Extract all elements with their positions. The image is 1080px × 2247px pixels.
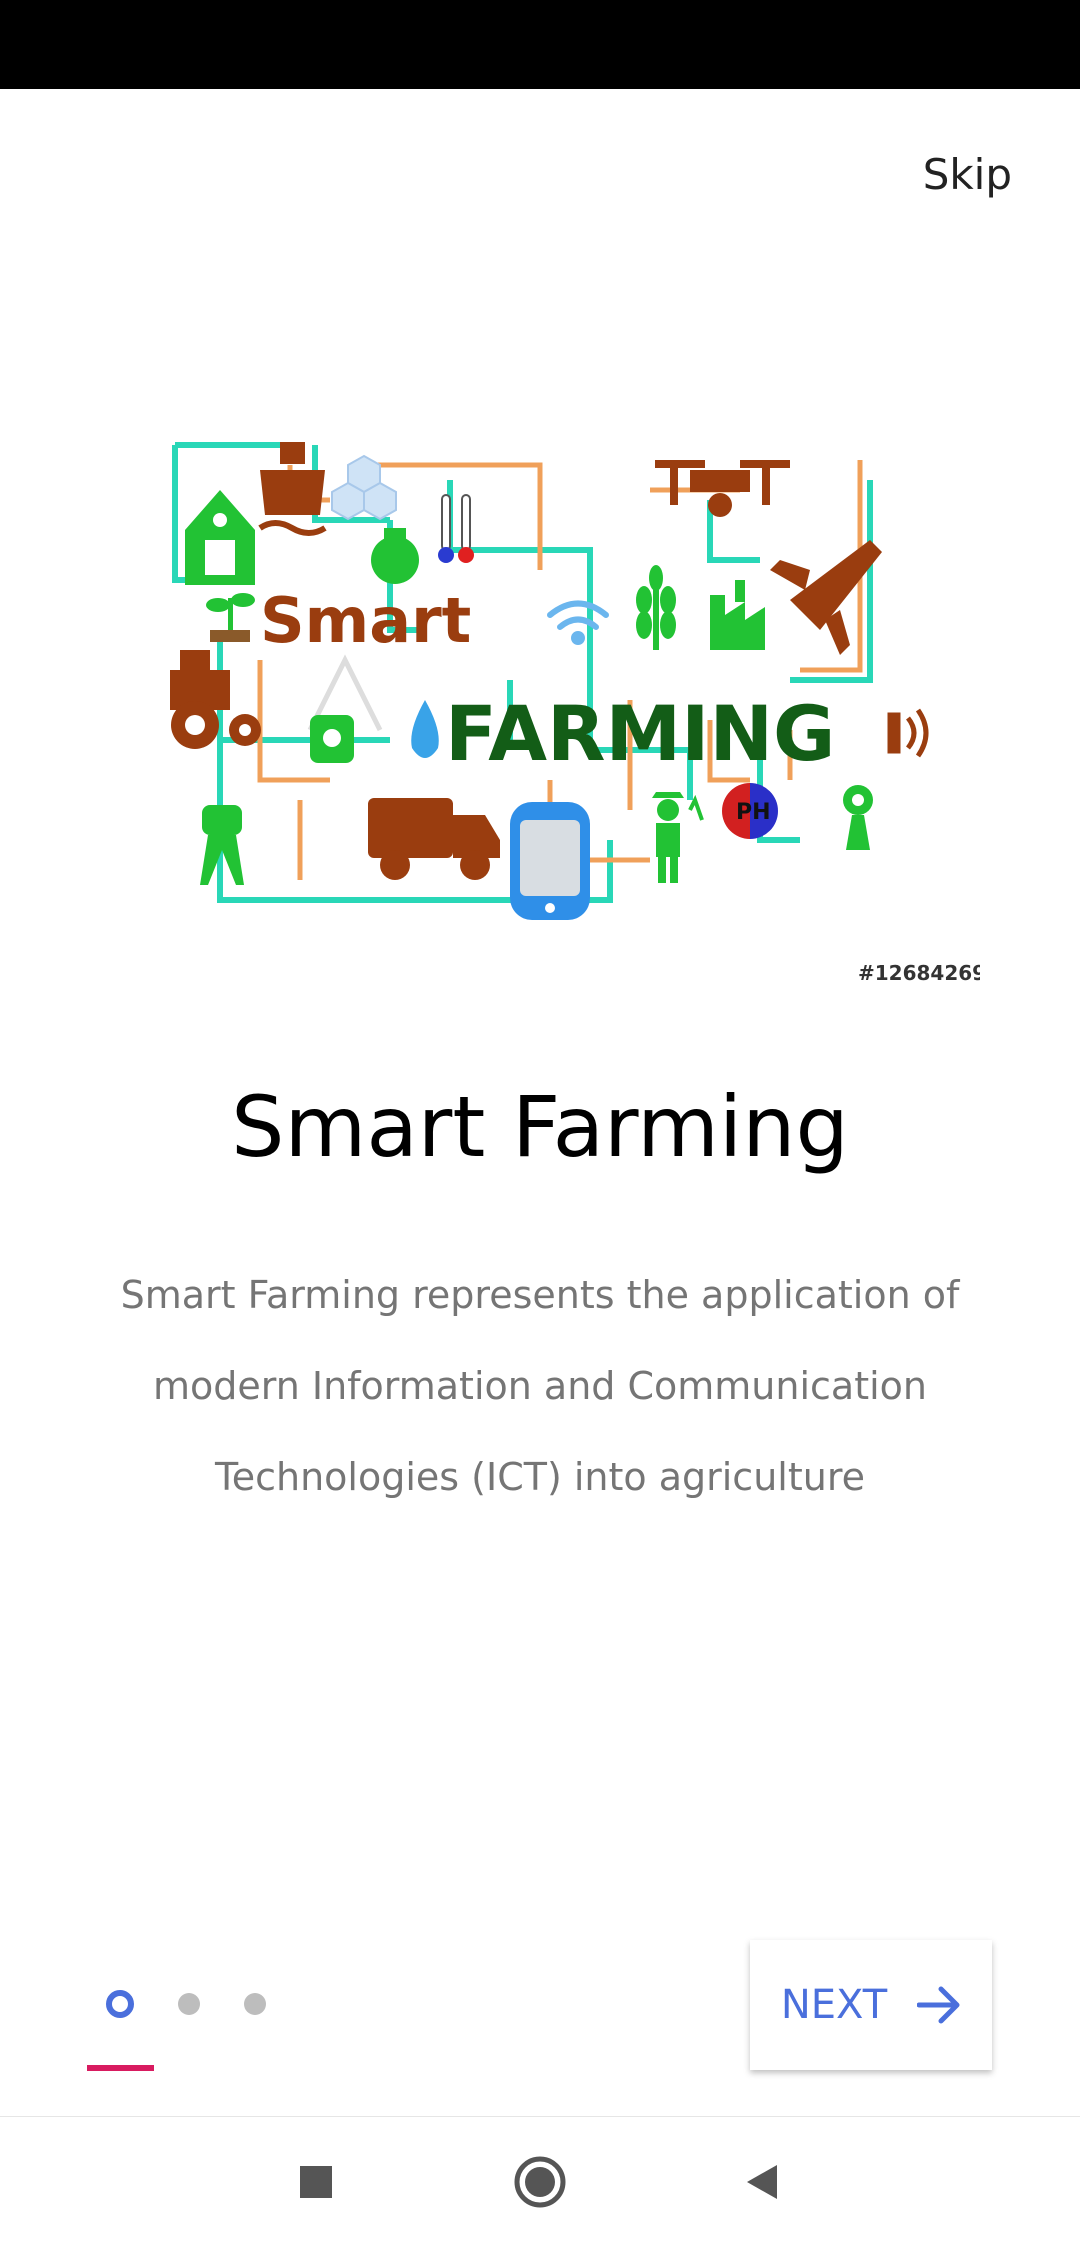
back-button[interactable] bbox=[724, 2145, 798, 2219]
recents-button[interactable] bbox=[279, 2145, 353, 2219]
arrow-right-icon bbox=[917, 1986, 960, 2024]
tractor-icon bbox=[170, 650, 261, 749]
money-bag-icon bbox=[371, 528, 419, 584]
home-button[interactable] bbox=[503, 2145, 577, 2219]
barn-icon bbox=[185, 490, 255, 585]
seed-bag-icon bbox=[310, 715, 354, 763]
factory-icon bbox=[710, 580, 765, 650]
wifi-icon bbox=[547, 600, 609, 645]
page-dot-2[interactable] bbox=[178, 1993, 200, 2015]
page-title: Smart Farming bbox=[231, 1078, 849, 1176]
plane-icon bbox=[770, 540, 882, 655]
wheat-icon bbox=[636, 565, 676, 650]
sprout-icon bbox=[206, 593, 255, 642]
page-dot-1[interactable] bbox=[106, 1990, 134, 2018]
page-description: Smart Farming represents the application… bbox=[120, 1273, 960, 1499]
hero-farming-text: FARMING bbox=[445, 689, 835, 778]
page-dot-3[interactable] bbox=[244, 1993, 266, 2015]
svg-text:PH: PH bbox=[736, 800, 771, 825]
square-icon bbox=[300, 2166, 332, 2198]
hero-smart-text: Smart bbox=[260, 584, 471, 657]
system-navigation-bar bbox=[0, 2116, 1080, 2247]
next-label: NEXT bbox=[780, 1982, 888, 2028]
farmer-icon bbox=[652, 792, 704, 883]
truck-icon bbox=[368, 798, 500, 880]
triangle-back-icon bbox=[747, 2165, 777, 2199]
wind-turbine-icon bbox=[843, 785, 873, 850]
water-drop-icon bbox=[411, 700, 439, 758]
stock-id-label: #126842698 bbox=[858, 961, 980, 985]
status-bar bbox=[0, 0, 1080, 89]
ph-icon: PH bbox=[722, 783, 778, 839]
phone-icon bbox=[510, 802, 590, 920]
sensor-icon bbox=[887, 708, 929, 758]
drone-icon bbox=[655, 460, 790, 517]
page-indicator bbox=[106, 1990, 310, 2018]
smart-farming-illustration: Smart FARMING PH #12684269 bbox=[170, 442, 980, 985]
circle-icon bbox=[514, 2156, 566, 2208]
next-button[interactable]: NEXT bbox=[750, 1940, 992, 2070]
skip-button[interactable]: Skip bbox=[923, 150, 1012, 199]
active-page-underline bbox=[87, 2065, 154, 2071]
